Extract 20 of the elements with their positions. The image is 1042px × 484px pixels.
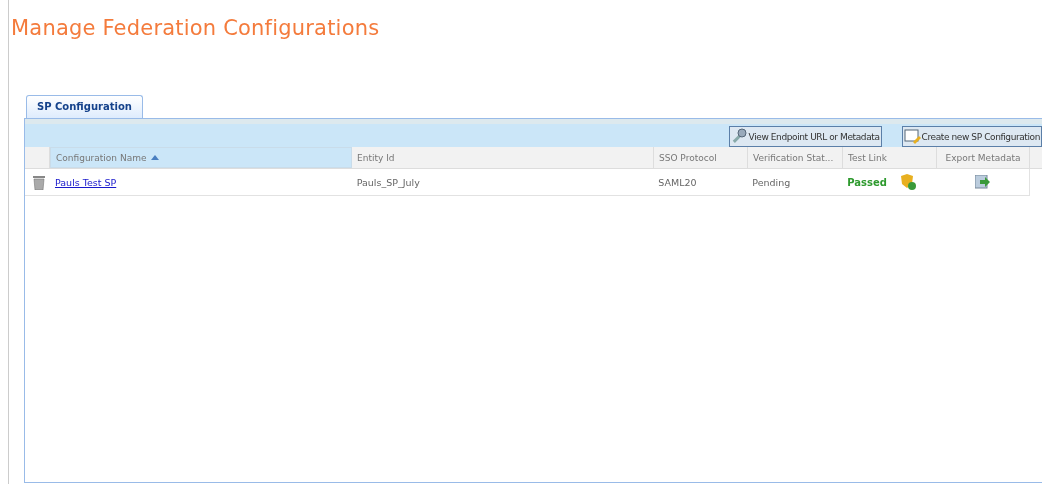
page-title: Manage Federation Configurations xyxy=(10,15,381,42)
table-cell: Pauls_SP_July xyxy=(356,176,420,188)
table-cell: Pending xyxy=(752,176,791,188)
pencil-icon xyxy=(903,128,922,145)
export-icon[interactable] xyxy=(975,175,991,189)
column-header[interactable]: Verification Stat... xyxy=(748,147,843,168)
test-result: Passed xyxy=(847,176,887,188)
view-endpoint-button[interactable]: View Endpoint URL or Metadata xyxy=(728,126,882,147)
tab[interactable]: SP Configuration xyxy=(26,95,143,118)
trash-icon[interactable] xyxy=(33,174,45,190)
create-button[interactable]: Create new SP Configuration xyxy=(901,126,1042,147)
configuration-link[interactable]: Pauls Test SP xyxy=(55,176,117,188)
sort-up-icon xyxy=(151,155,160,160)
column-header[interactable]: SSO Protocol xyxy=(654,147,748,168)
shield-icon[interactable] xyxy=(899,174,917,190)
column-header[interactable]: Export Metadata xyxy=(937,147,1030,168)
column-header[interactable]: Entity Id xyxy=(352,147,654,168)
table-cell: SAML20 xyxy=(658,176,697,188)
column-header[interactable]: Test Link xyxy=(843,147,937,168)
column-header[interactable]: Configuration Name xyxy=(50,147,352,168)
